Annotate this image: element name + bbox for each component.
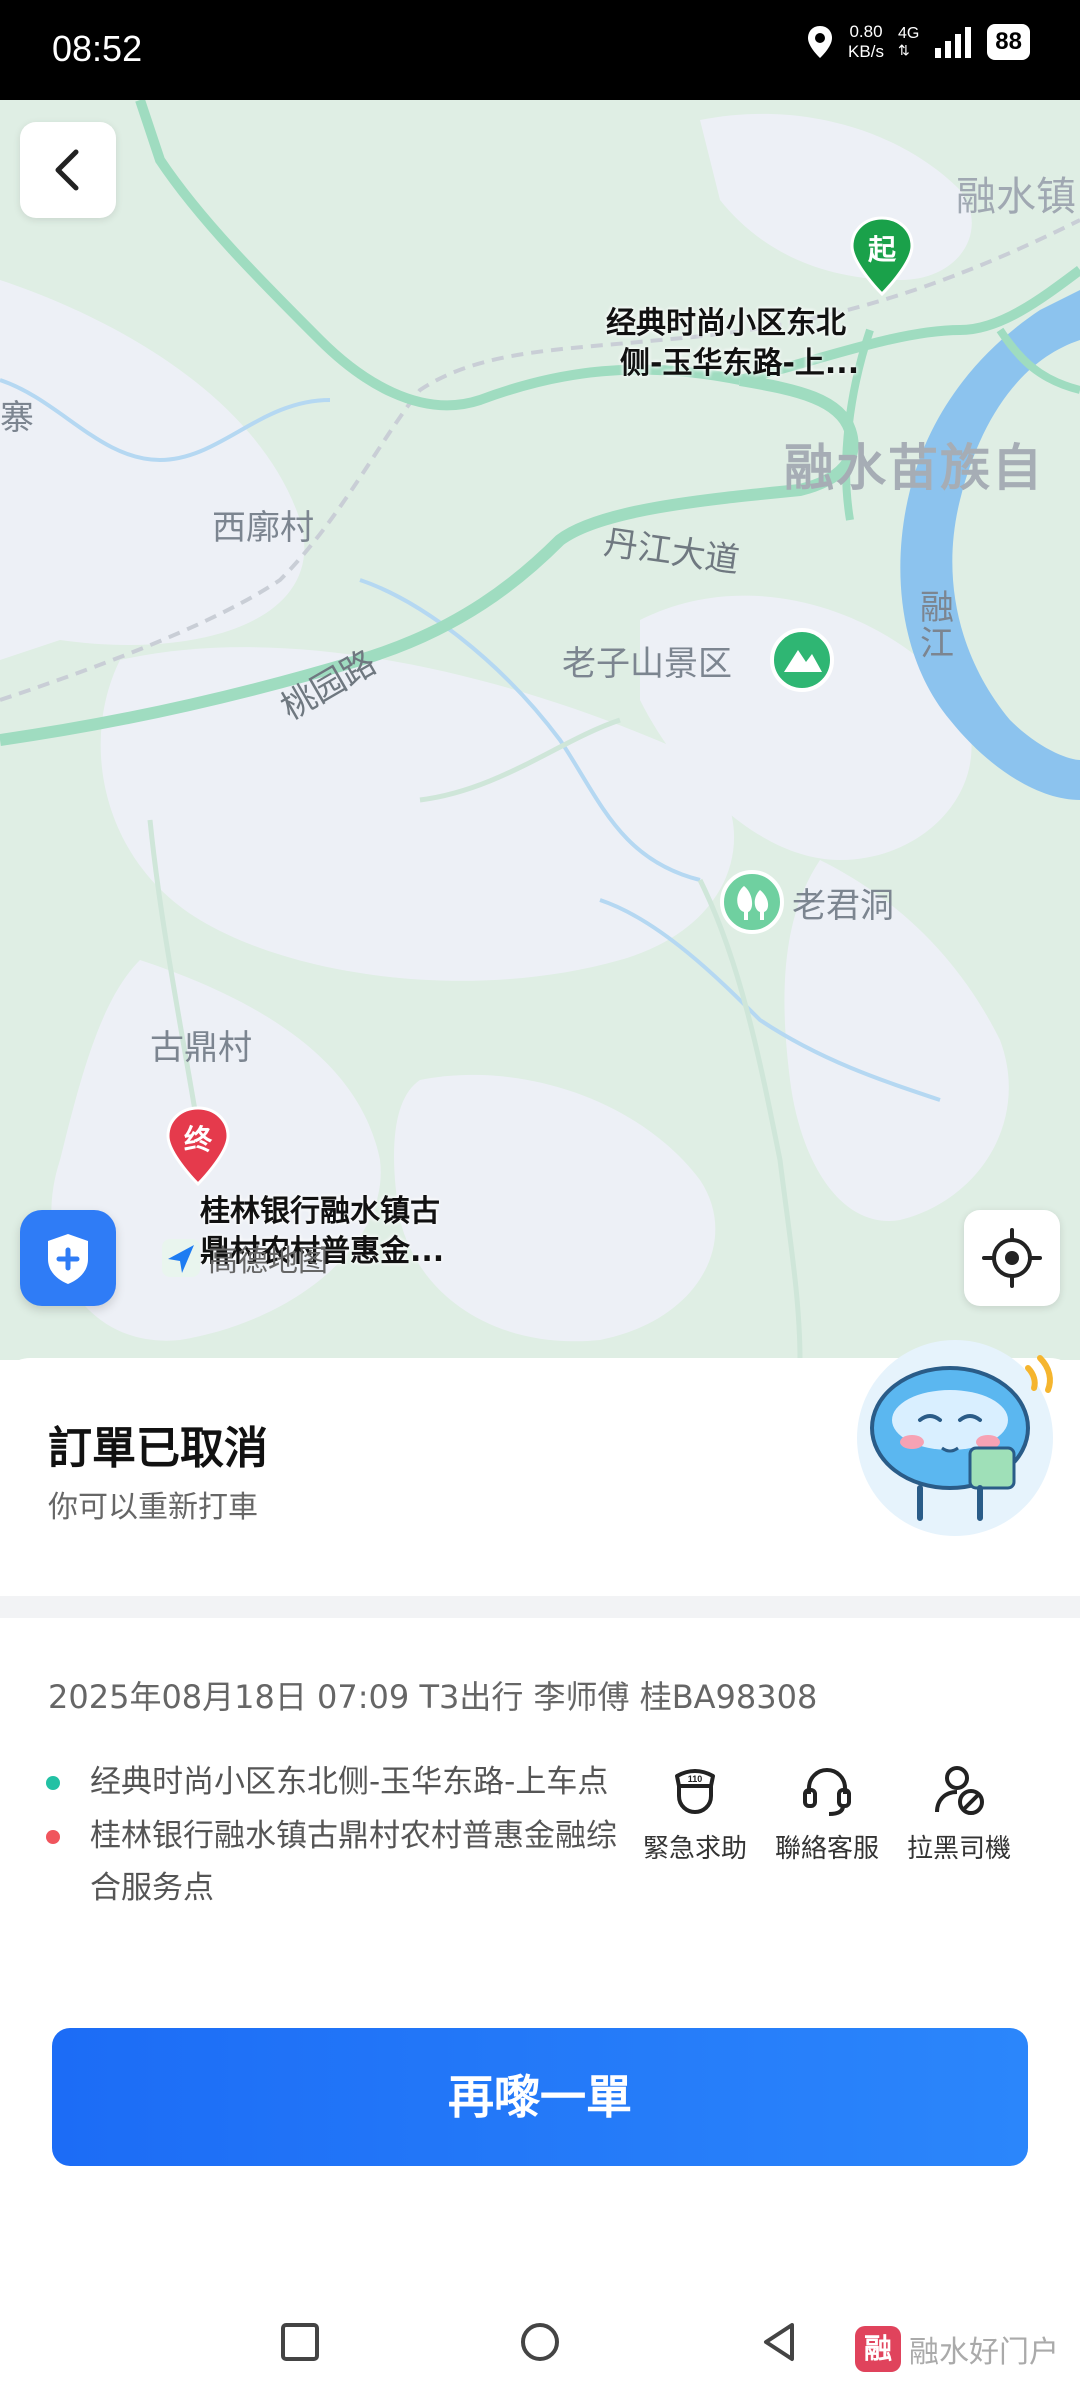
- locate-me-button[interactable]: [964, 1210, 1060, 1306]
- emergency-help-button[interactable]: 110 緊急求助: [640, 1762, 750, 1865]
- trip-stops: 经典时尚小区东北侧-玉华东路-上车点 桂林银行融水镇古鼎村农村普惠金融综合服务点: [40, 1756, 640, 1916]
- emergency-help-label: 緊急求助: [642, 1834, 747, 1864]
- status-time: 08:52: [52, 28, 143, 69]
- watermark: 融 融水好门户: [855, 2326, 1059, 2372]
- map-label-laozishan: 老子山景区: [562, 644, 732, 684]
- home-icon[interactable]: [510, 2312, 570, 2372]
- amap-text: 高德地图: [208, 1244, 328, 1279]
- amap-arrow-icon: [162, 1239, 200, 1277]
- police-badge-icon: 110: [675, 1769, 715, 1815]
- dropoff-address: 桂林银行融水镇古鼎村农村普惠金融综合服务点: [90, 1818, 617, 1906]
- battery-indicator: 88: [987, 24, 1030, 60]
- pickup-stop: 经典时尚小区东北侧-玉华东路-上车点: [40, 1756, 640, 1808]
- contact-support-button[interactable]: 聯絡客服: [772, 1762, 882, 1865]
- end-marker-text: 终: [183, 1123, 212, 1156]
- shield-plus-icon: [48, 1234, 88, 1284]
- scenic-mountain-icon: [770, 628, 834, 692]
- start-marker[interactable]: 起: [850, 216, 914, 296]
- map-label-guding: 古鼎村: [150, 1028, 252, 1068]
- back-arrow-icon: [55, 149, 79, 191]
- status-bar: 08:52 0.80 KB/s 4G ⇅ 88: [0, 0, 1080, 100]
- data-arrows-icon: ⇅: [897, 42, 910, 58]
- map-label-zhai: 寨: [0, 398, 34, 438]
- order-status-panel: 訂單已取消 你可以重新打車: [0, 1340, 1080, 1596]
- map-base: [0, 100, 1080, 1360]
- map-label-laojundong: 老君洞: [792, 886, 894, 926]
- block-driver-button[interactable]: 拉黑司機: [904, 1762, 1014, 1865]
- map-label-rongjiang: 融江: [920, 588, 954, 664]
- recent-apps-icon[interactable]: [270, 2312, 330, 2372]
- network-type: 4G ⇅: [897, 25, 920, 59]
- start-label-line1: 经典时尚小区东北: [606, 306, 846, 341]
- pickup-dot: [46, 1776, 60, 1790]
- section-divider: [0, 1596, 1080, 1618]
- order-status-title: 訂單已取消: [48, 1423, 268, 1474]
- map-label-rongshui-town: 融水镇: [956, 174, 1076, 220]
- crosshair-icon: [982, 1228, 1042, 1288]
- car-mascot-icon: [857, 1340, 1053, 1536]
- back-button[interactable]: [20, 122, 116, 218]
- speed-value: 0.80: [849, 22, 883, 41]
- network-label: 4G: [897, 25, 920, 42]
- order-status-subtitle: 你可以重新打車: [48, 1490, 258, 1525]
- trip-actions: 110 緊急求助 聯絡客服 拉黑司機: [640, 1762, 1014, 1865]
- rebook-button[interactable]: 再嚟一單: [52, 2028, 1028, 2166]
- status-icons: 0.80 KB/s 4G ⇅ 88: [806, 22, 1030, 62]
- start-marker-text: 起: [867, 233, 896, 266]
- location-icon: [808, 26, 833, 58]
- map-label-autonomous: 融水苗族自: [784, 439, 1044, 497]
- end-label-line1: 桂林银行融水镇古: [200, 1194, 440, 1229]
- watermark-text: 融水好门户: [909, 2335, 1059, 2370]
- emergency-badge-text: 110: [688, 1774, 703, 1784]
- speed-unit: KB/s: [848, 42, 884, 61]
- scenic-tree-icon: [720, 870, 784, 934]
- end-marker[interactable]: 终: [166, 1106, 230, 1186]
- block-user-icon: [935, 1766, 984, 1815]
- headset-icon: [803, 1767, 851, 1816]
- map-label-xilang: 西廓村: [212, 508, 314, 548]
- start-label: 经典时尚小区东北 侧-玉华东路-上...: [606, 304, 859, 384]
- contact-support-label: 聯絡客服: [774, 1834, 879, 1864]
- dropoff-dot: [46, 1830, 60, 1844]
- watermark-logo: 融: [855, 2326, 901, 2372]
- network-speed: 0.80 KB/s: [848, 22, 884, 62]
- start-label-line2: 侧-玉华东路-上...: [620, 346, 860, 381]
- block-driver-label: 拉黑司機: [906, 1834, 1011, 1864]
- signal-icon: [935, 27, 972, 58]
- safety-shield-button[interactable]: [20, 1210, 116, 1306]
- map-view[interactable]: 融水镇 融水苗族自 寨 西廓村 丹江大道 桃园路 老子山景区 融江 老君洞 古鼎…: [0, 100, 1080, 1360]
- back-nav-icon[interactable]: [750, 2312, 810, 2372]
- dropoff-stop: 桂林银行融水镇古鼎村农村普惠金融综合服务点: [40, 1810, 640, 1914]
- amap-logo: 高德地图: [160, 1236, 328, 1280]
- trip-info: 2025年08月18日 07:09 T3出行 李师傅 桂BA98308: [48, 1678, 818, 1716]
- pickup-address: 经典时尚小区东北侧-玉华东路-上车点: [90, 1764, 609, 1800]
